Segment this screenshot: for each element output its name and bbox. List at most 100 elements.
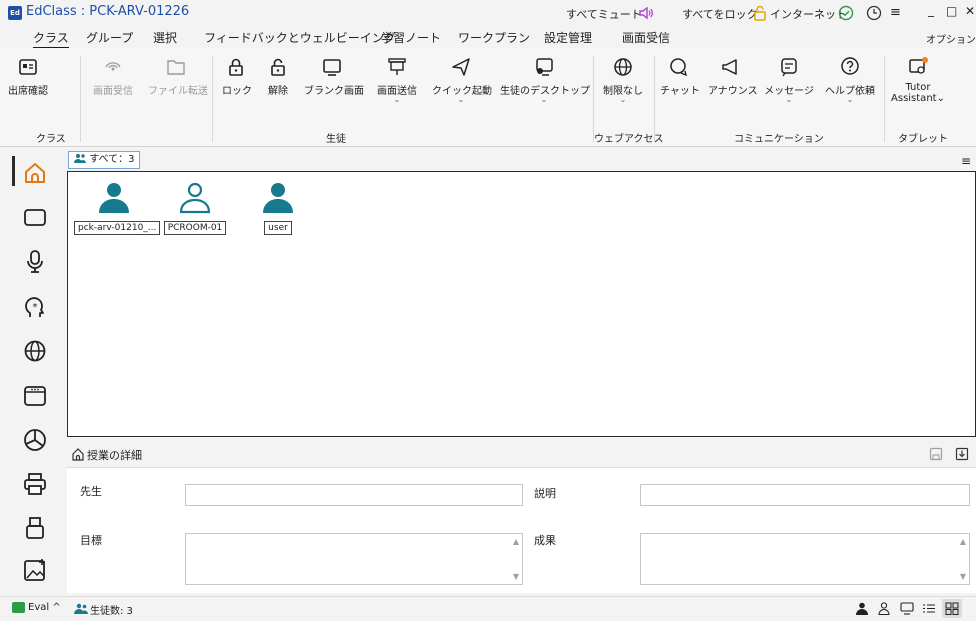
screen-view-icon[interactable] bbox=[22, 204, 48, 230]
screen-send-button[interactable]: 画面送信 ⌄ bbox=[372, 54, 422, 104]
message-icon bbox=[781, 58, 797, 77]
menu-screen-receive[interactable]: 画面受信 bbox=[622, 29, 670, 46]
group-label-communication: コミュニケーション bbox=[734, 134, 824, 145]
hamburger-menu-icon[interactable]: ≡ bbox=[890, 5, 901, 20]
browser-window-icon[interactable] bbox=[22, 383, 48, 409]
title-bar: Ed EdClass : PCK-ARV-01226 すべてミュート すべてをロ… bbox=[0, 0, 976, 26]
ribbon-separator bbox=[654, 56, 655, 142]
menu-class[interactable]: クラス bbox=[33, 29, 69, 49]
ribbon-separator bbox=[212, 56, 213, 142]
goal-field[interactable]: ▲ ▼ bbox=[185, 533, 523, 585]
scroll-up-arrow[interactable]: ▲ bbox=[960, 537, 966, 546]
lock-button[interactable]: ロック bbox=[222, 54, 252, 97]
student-count: 生徒数: 3 bbox=[90, 606, 133, 617]
grid-view-button[interactable] bbox=[942, 599, 962, 618]
blank-screen-button[interactable]: ブランク画面 bbox=[304, 54, 364, 97]
scroll-down-arrow[interactable]: ▼ bbox=[960, 572, 966, 581]
user-outline-icon[interactable] bbox=[878, 602, 890, 615]
details-title: 授業の詳細 bbox=[87, 449, 142, 462]
menu-workplan[interactable]: ワークプラン bbox=[458, 29, 530, 46]
help-request-button[interactable]: ヘルプ依頼 ⌄ bbox=[824, 54, 876, 104]
ribbon-separator bbox=[884, 56, 885, 142]
globe-icon bbox=[614, 58, 632, 76]
presentation-icon bbox=[388, 58, 406, 75]
svg-text:*: * bbox=[33, 302, 38, 313]
announce-button[interactable]: アナウンス bbox=[708, 54, 758, 97]
menu-select[interactable]: 選択 bbox=[153, 29, 177, 46]
file-transfer-button[interactable]: ファイル転送 bbox=[148, 54, 208, 97]
grid-view-icon bbox=[945, 602, 959, 615]
description-label: 説明 bbox=[534, 487, 556, 500]
save-icon[interactable] bbox=[929, 447, 943, 461]
home-icon[interactable] bbox=[22, 160, 48, 186]
panel-menu-icon[interactable]: ≡ bbox=[961, 154, 971, 168]
clock-icon[interactable] bbox=[866, 5, 882, 24]
menu-bar: クラス グループ 選択 フィードバックとウェルビーイング 学習ノート ワークプラ… bbox=[0, 26, 976, 49]
window-title: EdClass : PCK-ARV-01226 bbox=[26, 4, 190, 19]
home-small-icon bbox=[72, 448, 84, 461]
eval-label[interactable]: Eval ^ bbox=[28, 602, 61, 613]
monitor-small-icon[interactable] bbox=[900, 602, 914, 615]
student-filled-icon bbox=[99, 183, 129, 213]
head-thinking-icon[interactable]: * bbox=[22, 294, 48, 320]
lock-icon bbox=[229, 58, 243, 76]
description-field[interactable] bbox=[640, 484, 970, 506]
folder-icon bbox=[167, 60, 185, 75]
megaphone-icon bbox=[722, 59, 737, 75]
send-arrow-icon bbox=[452, 58, 470, 76]
goal-label: 目標 bbox=[80, 534, 102, 547]
mute-all-button[interactable]: すべてミュート bbox=[566, 6, 642, 22]
student-name: user bbox=[264, 221, 292, 235]
close-button[interactable]: ✕ bbox=[965, 4, 975, 18]
outcome-label: 成果 bbox=[534, 534, 556, 547]
ribbon-toolbar: 出席確認 クラス 画面受信 ファイル転送 ロック 解除 ブランク画面 画面送信 … bbox=[0, 48, 976, 146]
menu-feedback[interactable]: フィードバックとウェルビーイング bbox=[204, 29, 396, 46]
scroll-up-arrow[interactable]: ▲ bbox=[513, 537, 519, 546]
menu-settings[interactable]: 設定管理 bbox=[544, 29, 592, 46]
monitor-icon bbox=[323, 59, 341, 76]
lock-yellow-icon[interactable] bbox=[753, 5, 767, 24]
unlock-icon bbox=[271, 58, 285, 76]
no-restriction-button[interactable]: 制限なし ⌄ bbox=[598, 54, 648, 104]
message-button[interactable]: メッセージ ⌄ bbox=[764, 54, 814, 104]
usb-drive-icon[interactable] bbox=[22, 515, 48, 541]
menu-group[interactable]: グループ bbox=[86, 29, 133, 46]
minimize-button[interactable]: _ bbox=[928, 3, 934, 17]
students-count-icon bbox=[74, 603, 88, 614]
globe-sidebar-icon[interactable] bbox=[22, 338, 48, 364]
sidebar: * bbox=[0, 148, 62, 598]
tutor-assistant-button[interactable]: Tutor Assistant⌄ bbox=[890, 54, 946, 104]
image-add-icon[interactable] bbox=[22, 557, 48, 583]
teacher-field[interactable] bbox=[185, 484, 523, 506]
teacher-label: 先生 bbox=[80, 485, 102, 498]
outcome-field[interactable]: ▲ ▼ bbox=[640, 533, 970, 585]
student-tile[interactable]: user bbox=[258, 181, 298, 235]
view-tab-all[interactable]: すべて：3 bbox=[68, 151, 141, 169]
check-circle-icon[interactable] bbox=[838, 5, 854, 24]
user-filled-icon[interactable] bbox=[856, 602, 868, 615]
pie-chart-icon[interactable] bbox=[22, 427, 48, 453]
eval-badge-icon bbox=[12, 602, 25, 613]
options-menu[interactable]: オプション⌄ bbox=[926, 31, 976, 46]
speaker-icon[interactable] bbox=[638, 5, 654, 24]
list-view-icon[interactable] bbox=[922, 602, 936, 615]
quick-launch-button[interactable]: クイック起動 ⌄ bbox=[432, 54, 492, 104]
student-outline-icon bbox=[179, 182, 211, 214]
student-tile[interactable]: PCROOM-01 bbox=[160, 181, 230, 235]
chat-button[interactable]: チャット bbox=[660, 54, 700, 97]
student-desktop-button[interactable]: 生徒のデスクトップ ⌄ bbox=[500, 54, 590, 104]
unlock-button[interactable]: 解除 bbox=[264, 54, 292, 97]
users-icon bbox=[74, 154, 86, 163]
scroll-down-arrow[interactable]: ▼ bbox=[513, 572, 519, 581]
import-icon[interactable] bbox=[955, 447, 969, 461]
lock-all-button[interactable]: すべてをロック bbox=[682, 6, 758, 22]
student-tile[interactable]: pck-arv-01210_... bbox=[74, 181, 161, 235]
restore-button[interactable]: □ bbox=[946, 4, 957, 18]
microphone-icon[interactable] bbox=[22, 248, 48, 274]
printer-icon[interactable] bbox=[22, 471, 48, 497]
attendance-button[interactable]: 出席確認 bbox=[8, 54, 48, 97]
screen-receive-button[interactable]: 画面受信 bbox=[88, 54, 138, 97]
student-filled-icon bbox=[263, 183, 293, 213]
menu-learning-notes[interactable]: 学習ノート bbox=[381, 29, 441, 46]
internet-label: インターネット bbox=[770, 8, 847, 21]
